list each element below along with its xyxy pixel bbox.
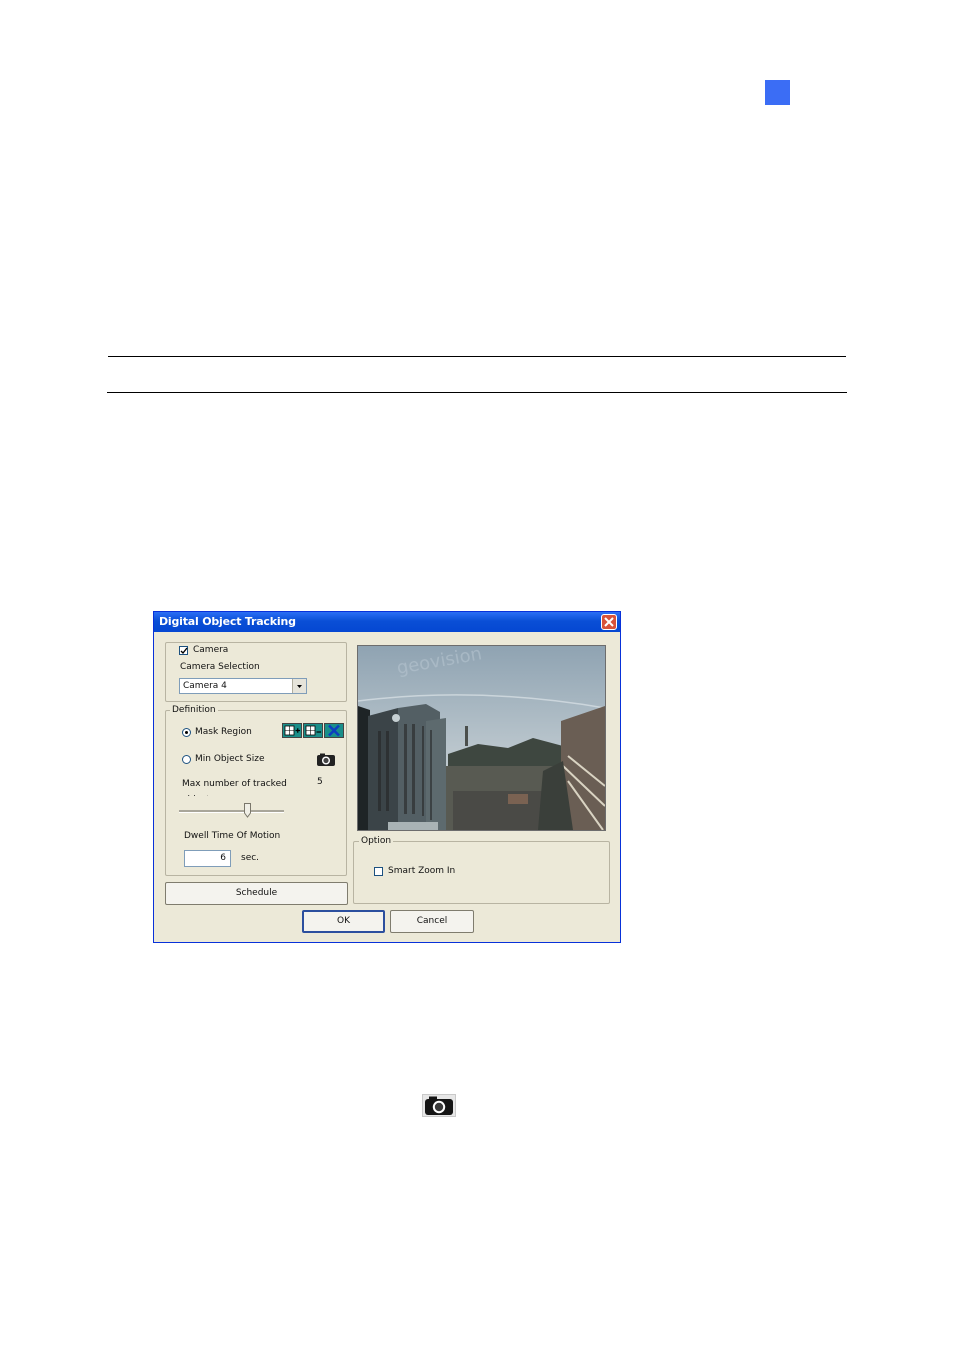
dropdown-button[interactable] xyxy=(292,679,306,693)
add-region-button[interactable] xyxy=(282,723,302,738)
divider-top xyxy=(108,356,846,357)
mask-region-label: Mask Region xyxy=(195,727,252,737)
min-object-size-label: Min Object Size xyxy=(195,754,265,764)
max-tracked-slider-track[interactable] xyxy=(179,810,284,813)
camera-preview: geovision xyxy=(357,645,606,831)
remove-region-icon xyxy=(305,725,321,736)
camera-select[interactable]: Camera 4 xyxy=(179,678,307,694)
clear-region-button[interactable] xyxy=(324,723,344,738)
schedule-button[interactable]: Schedule xyxy=(165,882,348,905)
dwell-time-label: Dwell Time Of Motion xyxy=(184,831,281,841)
option-group-label: Option xyxy=(359,836,394,846)
max-tracked-label: Max number of tracked xyxy=(182,779,287,789)
checkmark-icon xyxy=(180,647,188,655)
camera-select-value: Camera 4 xyxy=(183,681,227,691)
cancel-button[interactable]: Cancel xyxy=(390,910,474,933)
chapter-marker xyxy=(765,80,790,105)
max-tracked-value: 5 xyxy=(317,777,323,787)
divider-bottom xyxy=(107,392,847,393)
dwell-time-unit: sec. xyxy=(241,853,260,863)
dialog-title: Digital Object Tracking xyxy=(159,615,296,628)
clear-region-icon xyxy=(328,724,340,737)
title-bar[interactable]: Digital Object Tracking xyxy=(154,612,620,632)
ok-button[interactable]: OK xyxy=(302,910,385,933)
min-object-size-radio[interactable] xyxy=(182,755,191,764)
dwell-time-input[interactable]: 6 xyxy=(184,850,231,867)
definition-group-label: Definition xyxy=(170,705,218,715)
definition-group: Definition Mask Region Min Object Size M… xyxy=(165,705,347,876)
option-group: Option Smart Zoom In xyxy=(353,836,610,904)
camera-icon-inline xyxy=(422,1094,456,1117)
smart-zoom-checkbox[interactable] xyxy=(374,867,383,876)
camera-checkbox[interactable] xyxy=(179,646,188,655)
max-tracked-label-overflow: objects xyxy=(182,790,214,796)
camera-group: Camera Camera Selection Camera 4 xyxy=(165,642,347,702)
close-icon xyxy=(604,617,614,627)
close-button[interactable] xyxy=(601,614,617,630)
smart-zoom-label: Smart Zoom In xyxy=(388,866,456,876)
add-region-icon xyxy=(284,725,300,736)
camera-preview-image: geovision xyxy=(358,646,605,830)
digital-object-tracking-dialog: Digital Object Tracking Camera Camera Se… xyxy=(153,611,621,943)
chevron-down-icon xyxy=(297,685,302,688)
camera-selection-label: Camera Selection xyxy=(180,662,260,672)
camera-label: Camera xyxy=(193,645,229,655)
dwell-time-value: 6 xyxy=(220,853,226,863)
mask-region-radio[interactable] xyxy=(182,728,191,737)
camera-icon[interactable] xyxy=(316,753,336,767)
max-tracked-slider-thumb[interactable] xyxy=(243,803,251,818)
remove-region-button[interactable] xyxy=(303,723,323,738)
